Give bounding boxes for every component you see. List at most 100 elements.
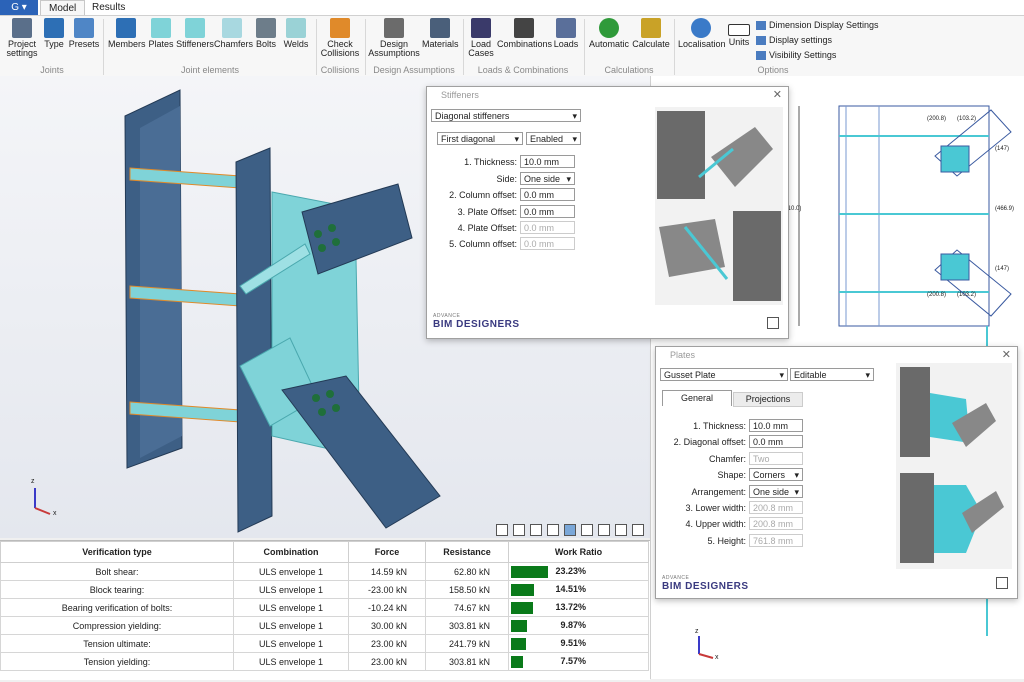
plates-button[interactable]: Plates (147, 18, 175, 49)
bolts-button[interactable]: Bolts (253, 18, 279, 49)
calculate-button[interactable]: Calculate (632, 18, 670, 49)
loads-button[interactable]: Loads (553, 18, 579, 49)
dialog-title: Stiffeners ✕ (441, 87, 782, 103)
shape-select[interactable]: Corners (749, 468, 803, 482)
table-row[interactable]: Tension yielding: ULS envelope 1 23.00 kN 3… (0, 652, 649, 671)
thickness-input[interactable]: 10.0 mm (520, 155, 575, 168)
plate-thickness-input[interactable]: 10.0 mm (749, 419, 803, 432)
members-button[interactable]: Members (108, 18, 146, 49)
tab-model[interactable]: Model (40, 0, 86, 16)
plates-icon (151, 18, 171, 38)
dimension-label: (103.2) (957, 116, 977, 122)
type-icon (44, 18, 64, 38)
view-cube-icon[interactable] (547, 524, 559, 536)
arrangement-select[interactable]: One side (749, 485, 803, 499)
members-icon (116, 18, 136, 38)
column-header[interactable]: Work Ratio (508, 541, 649, 563)
stiffener-type-select[interactable]: Diagonal stiffeners (431, 109, 581, 123)
group-label-collisions: Collisions (320, 65, 360, 75)
group-label-joints: Joints (40, 65, 64, 75)
table-row[interactable]: Block tearing: ULS envelope 1 -23.00 kN 158… (0, 580, 649, 599)
loads-icon (556, 18, 576, 38)
app-logo: G (11, 2, 19, 13)
presets-button[interactable]: Presets (68, 18, 100, 49)
export-icon[interactable] (513, 524, 525, 536)
close-icon[interactable]: ✕ (1002, 347, 1011, 363)
project-settings-button[interactable]: Project settings (4, 18, 40, 58)
table-row[interactable]: Tension ultimate: ULS envelope 1 23.00 kN 2… (0, 634, 649, 653)
work-ratio-cell: 9.87% (508, 616, 649, 635)
shape-label: Shape: (717, 470, 746, 480)
work-ratio-value: 13.72% (555, 602, 586, 612)
localisation-button[interactable]: Localisation (678, 18, 726, 49)
side-select[interactable]: One side (520, 172, 575, 186)
library-icon[interactable] (996, 577, 1008, 589)
work-ratio-value: 9.51% (560, 638, 586, 648)
force-cell: 23.00 kN (348, 652, 426, 671)
automatic-button[interactable]: Automatic (588, 18, 630, 49)
force-cell: 30.00 kN (348, 616, 426, 635)
plate-mode-select[interactable]: Editable (790, 368, 874, 382)
height-input: 761.8 mm (749, 534, 803, 547)
work-ratio-value: 23.23% (555, 566, 586, 576)
table-row[interactable]: Bearing verification of bolts: ULS envelo… (0, 598, 649, 617)
dimension-display-settings-button[interactable]: Dimension Display Settings (756, 20, 879, 31)
print-icon[interactable] (496, 524, 508, 536)
verification-table: Verification type Combination Force Resi… (0, 540, 650, 680)
column-header[interactable]: Combination (233, 541, 349, 563)
group-separator (463, 19, 464, 75)
close-icon[interactable]: ✕ (773, 87, 782, 103)
resistance-cell: 158.50 kN (425, 580, 509, 599)
work-ratio-cell: 13.72% (508, 598, 649, 617)
automatic-icon (599, 18, 619, 38)
welds-button[interactable]: Welds (282, 18, 310, 49)
load-cases-button[interactable]: Load Cases (466, 18, 496, 58)
combinations-icon (514, 18, 534, 38)
check-collisions-button[interactable]: Check Collisions (320, 18, 360, 58)
column-offset-2-label: 5. Column offset: (449, 239, 517, 249)
column-offset-2-input: 0.0 mm (520, 237, 575, 250)
library-icon[interactable] (767, 317, 779, 329)
calculate-icon (641, 18, 661, 38)
stiffeners-icon (185, 18, 205, 38)
group-separator (316, 19, 317, 75)
combination-cell: ULS envelope 1 (233, 598, 349, 617)
enabled-select[interactable]: Enabled (526, 132, 581, 146)
materials-button[interactable]: Materials (422, 18, 459, 49)
resistance-cell: 303.81 kN (425, 652, 509, 671)
combinations-button[interactable]: Combinations (497, 18, 552, 49)
column-header[interactable]: Force (348, 541, 426, 563)
collapse-icon[interactable] (632, 524, 644, 536)
zoom-window-icon[interactable] (615, 524, 627, 536)
table-row[interactable]: Bolt shear: ULS envelope 1 14.59 kN 62.80 k… (0, 562, 649, 581)
plate-offset-input[interactable]: 0.0 mm (520, 205, 575, 218)
tab-projections[interactable]: Projections (733, 392, 803, 407)
chamfers-button[interactable]: Chamfers (214, 18, 253, 49)
shaded-view-icon[interactable] (564, 524, 576, 536)
zoom-extent-icon[interactable] (530, 524, 542, 536)
stiffeners-button[interactable]: Stiffeners (176, 18, 214, 49)
force-cell: -10.24 kN (348, 598, 426, 617)
table-row[interactable]: Compression yielding: ULS envelope 1 30.00… (0, 616, 649, 635)
app-menu-button[interactable]: G ▾ (0, 0, 38, 15)
visibility-settings-button[interactable]: Visibility Settings (756, 50, 836, 61)
tab-general[interactable]: General (662, 390, 732, 406)
display-settings-icon (756, 36, 766, 46)
display-settings-button[interactable]: Display settings (756, 35, 832, 46)
width-dimension-icon[interactable] (598, 524, 610, 536)
type-button[interactable]: Type (42, 18, 66, 49)
diagonal-offset-input[interactable]: 0.0 mm (749, 435, 803, 448)
column-header[interactable]: Verification type (0, 541, 234, 563)
group-label-calculations: Calculations (604, 65, 654, 75)
column-offset-input[interactable]: 0.0 mm (520, 188, 575, 201)
plate-type-select[interactable]: Gusset Plate (660, 368, 788, 382)
diagonal-select[interactable]: First diagonal (437, 132, 523, 146)
column-header[interactable]: Resistance (425, 541, 509, 563)
dimension-icon[interactable] (581, 524, 593, 536)
design-assumptions-button[interactable]: Design Assumptions (368, 18, 420, 58)
units-button[interactable]: Units (726, 18, 752, 47)
work-ratio-value: 7.57% (560, 656, 586, 666)
tab-results[interactable]: Results (84, 0, 133, 15)
diagonal-offset-label: 2. Diagonal offset: (673, 437, 746, 447)
upper-width-input: 200.8 mm (749, 517, 803, 530)
